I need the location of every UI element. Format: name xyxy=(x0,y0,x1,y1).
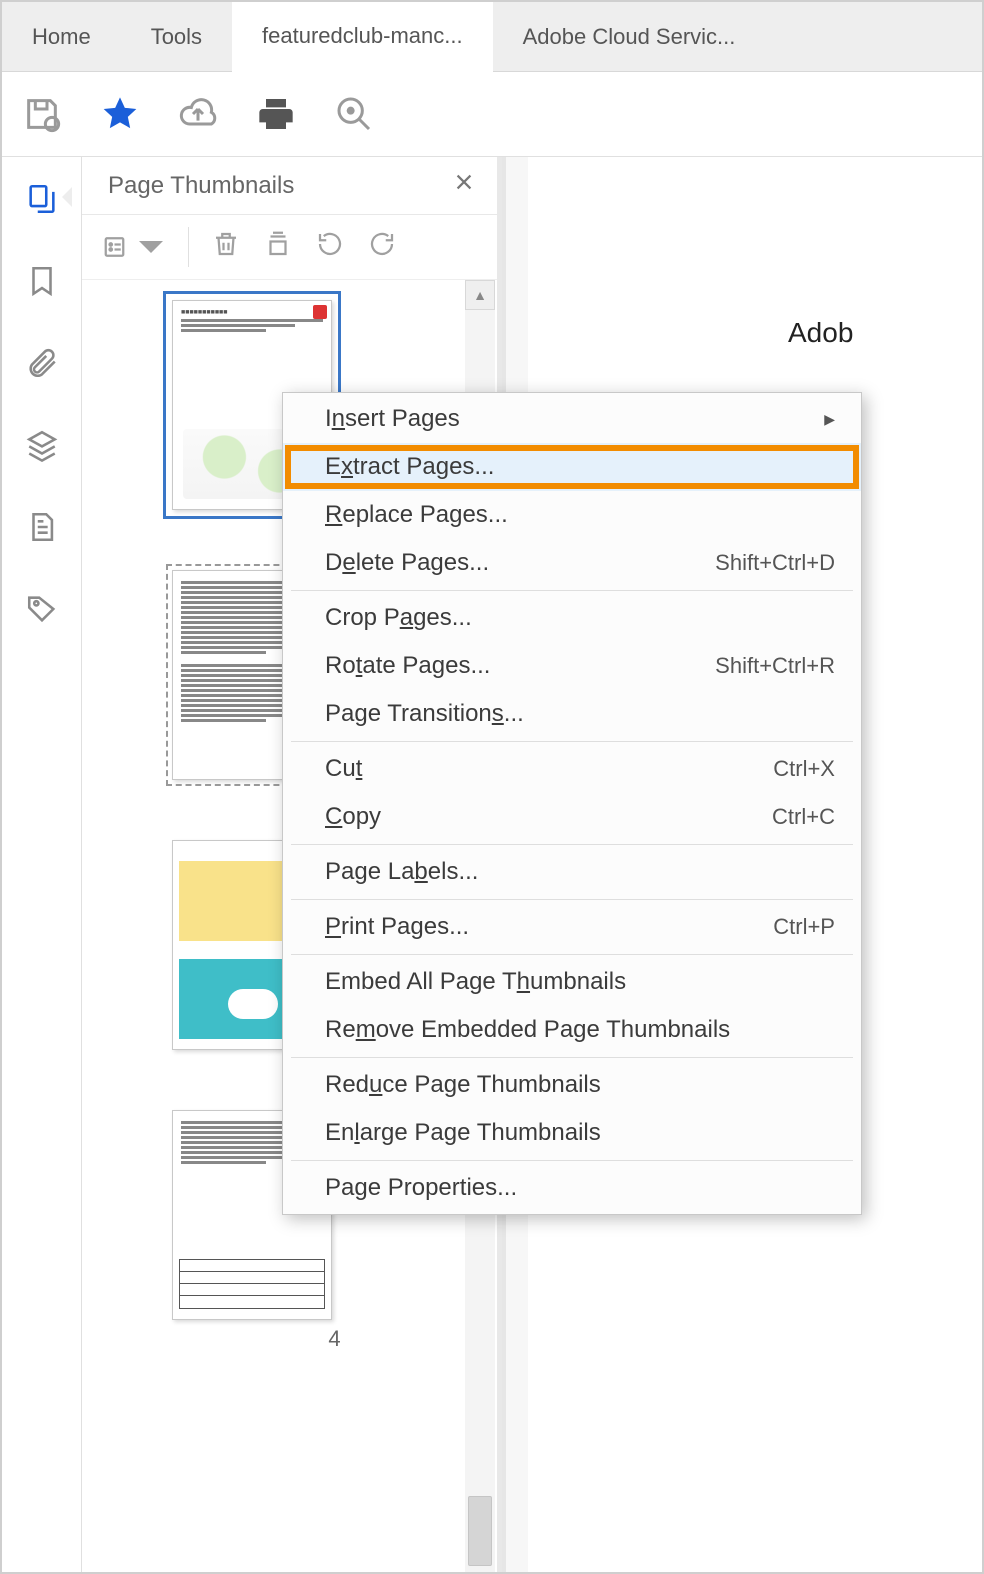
page-number-label: 4 xyxy=(172,1326,497,1352)
page-icon[interactable] xyxy=(25,510,59,550)
menu-embed-thumbnails[interactable]: Embed All Page Thumbnails xyxy=(283,958,861,1006)
shortcut-label: Shift+Ctrl+D xyxy=(715,550,835,576)
panel-toolbar xyxy=(82,215,497,280)
doc-text: Adob xyxy=(788,317,982,349)
menu-delete-pages[interactable]: Delete Pages... Shift+Ctrl+D xyxy=(283,539,861,587)
rotate-ccw-icon[interactable] xyxy=(315,229,345,265)
menu-cut[interactable]: Cut Ctrl+X xyxy=(283,745,861,793)
menu-enlarge-thumbnails[interactable]: Enlarge Page Thumbnails xyxy=(283,1109,861,1157)
menu-copy[interactable]: Copy Ctrl+C xyxy=(283,793,861,841)
menu-rotate-pages[interactable]: Rotate Pages... Shift+Ctrl+R xyxy=(283,642,861,690)
separator xyxy=(291,844,853,845)
thumbnails-icon[interactable] xyxy=(25,182,59,222)
menu-page-labels[interactable]: Page Labels... xyxy=(283,848,861,896)
separator xyxy=(291,590,853,591)
divider xyxy=(188,227,189,267)
star-icon[interactable] xyxy=(100,94,140,134)
separator xyxy=(291,1057,853,1058)
tag-icon[interactable] xyxy=(25,592,59,632)
attachment-icon[interactable] xyxy=(25,346,59,386)
panel-header: Page Thumbnails xyxy=(82,157,497,215)
menu-page-transitions[interactable]: Page Transitions... xyxy=(283,690,861,738)
menu-reduce-thumbnails[interactable]: Reduce Page Thumbnails xyxy=(283,1061,861,1109)
trash-icon[interactable] xyxy=(211,229,241,265)
scroll-thumb[interactable] xyxy=(468,1496,492,1566)
separator xyxy=(291,741,853,742)
bookmark-icon[interactable] xyxy=(25,264,59,304)
shortcut-label: Ctrl+C xyxy=(772,804,835,830)
save-icon[interactable] xyxy=(22,94,62,134)
menu-remove-embedded-thumbnails[interactable]: Remove Embedded Page Thumbnails xyxy=(283,1006,861,1054)
menu-page-properties[interactable]: Page Properties... xyxy=(283,1164,861,1212)
shortcut-label: Ctrl+P xyxy=(773,914,835,940)
menu-extract-pages[interactable]: Extract Pages... xyxy=(283,443,861,491)
layers-icon[interactable] xyxy=(25,428,59,468)
menu-crop-pages[interactable]: Crop Pages... xyxy=(283,594,861,642)
search-icon[interactable] xyxy=(334,94,374,134)
panel-title: Page Thumbnails xyxy=(108,172,294,200)
tab-bar: Home Tools featuredclub-manc... Adobe Cl… xyxy=(2,2,982,72)
tab-home[interactable]: Home xyxy=(2,2,121,71)
tab-tools[interactable]: Tools xyxy=(121,2,232,71)
print-icon[interactable] xyxy=(256,94,296,134)
options-dropdown-icon[interactable] xyxy=(102,232,166,262)
close-icon[interactable] xyxy=(453,171,475,200)
menu-replace-pages[interactable]: Replace Pages... xyxy=(283,491,861,539)
context-menu: Insert Pages ▶ Extract Pages... Replace … xyxy=(282,392,862,1215)
cloud-upload-icon[interactable] xyxy=(178,94,218,134)
submenu-arrow-icon: ▶ xyxy=(824,411,835,428)
tab-document-cloud-services[interactable]: Adobe Cloud Servic... xyxy=(493,2,766,71)
navigation-pane xyxy=(2,157,82,1572)
rotate-cw-icon[interactable] xyxy=(367,229,397,265)
separator xyxy=(291,899,853,900)
separator xyxy=(291,1160,853,1161)
insert-page-icon[interactable] xyxy=(263,229,293,265)
separator xyxy=(291,954,853,955)
shortcut-label: Ctrl+X xyxy=(773,756,835,782)
menu-insert-pages[interactable]: Insert Pages ▶ xyxy=(283,395,861,443)
scroll-up-icon[interactable]: ▲ xyxy=(465,280,495,310)
tab-document-featuredclub[interactable]: featuredclub-manc... xyxy=(232,2,493,73)
shortcut-label: Shift+Ctrl+R xyxy=(715,653,835,679)
menu-print-pages[interactable]: Print Pages... Ctrl+P xyxy=(283,903,861,951)
toolbar xyxy=(2,72,982,157)
